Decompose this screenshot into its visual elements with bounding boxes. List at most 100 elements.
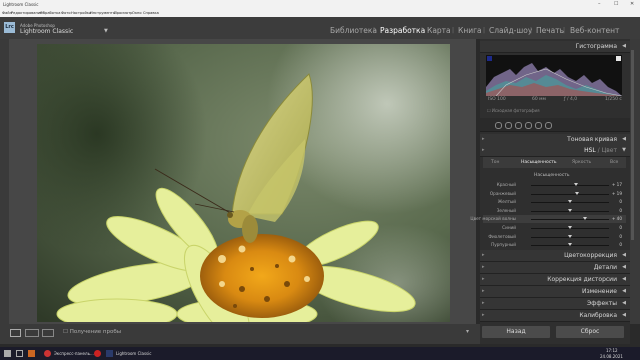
slider-value[interactable]: 0 — [619, 208, 622, 213]
slider-knob[interactable] — [567, 200, 572, 204]
taskbar-item-express-panel[interactable]: Экспресс-панель... — [54, 351, 94, 356]
identity-dropdown-icon[interactable]: ▼ — [104, 28, 108, 34]
collapse-arrow-icon[interactable]: ◀ — [622, 43, 626, 49]
slider-label: Желтый — [497, 199, 516, 205]
crop-tool-icon[interactable] — [495, 122, 502, 129]
hsl-header[interactable]: ▸ HSL / Цвет ▼ — [480, 145, 630, 157]
tab-luminance[interactable]: Яркость — [572, 160, 591, 165]
module-map[interactable]: Карта — [427, 26, 451, 35]
lightroom-task-icon[interactable] — [106, 350, 113, 357]
compare-icon[interactable] — [42, 329, 54, 337]
collapse-arrow-icon[interactable]: ◀ — [622, 264, 626, 270]
menu-edit[interactable]: Редактирование — [11, 11, 42, 15]
module-slideshow[interactable]: Слайд-шоу — [489, 26, 532, 35]
brush-icon[interactable] — [545, 122, 552, 129]
loupe-view-icon[interactable] — [10, 329, 21, 337]
module-develop[interactable]: Разработка — [380, 26, 425, 35]
maximize-button[interactable]: ☐ — [614, 1, 618, 7]
slider-value[interactable]: 0 — [619, 199, 622, 204]
slider-value[interactable]: 0 — [619, 242, 622, 247]
tab-hue[interactable]: Тон — [491, 160, 499, 165]
slider-value[interactable]: 0 — [619, 225, 622, 230]
saturation-slider-row[interactable]: Зеленый 0 — [483, 207, 626, 215]
minimize-button[interactable]: – — [598, 1, 601, 7]
red-eye-icon[interactable] — [515, 122, 522, 129]
menu-view[interactable]: Просмотр — [114, 11, 132, 15]
soft-proof-checkbox[interactable]: ☐ Получение пробы — [63, 329, 121, 335]
radial-filter-icon[interactable] — [535, 122, 542, 129]
slider-track[interactable] — [531, 185, 609, 186]
collapse-arrow-icon[interactable]: ◀ — [622, 288, 626, 294]
slider-knob[interactable] — [567, 234, 572, 238]
effects-header[interactable]: ▸ Эффекты ◀ — [480, 298, 630, 310]
toolbar-menu-icon[interactable]: ▾ — [466, 328, 469, 335]
reset-button[interactable]: Сброс — [556, 326, 624, 338]
menu-photo[interactable]: Фото — [61, 11, 71, 15]
transform-header[interactable]: ▸ Изменение ◀ — [480, 286, 630, 298]
slider-track[interactable] — [531, 193, 609, 195]
taskbar-item-lightroom[interactable]: Lightroom Classic — [116, 351, 151, 356]
menu-settings[interactable]: Настройки — [71, 11, 91, 15]
module-print[interactable]: Печать — [536, 26, 564, 35]
collapse-arrow-icon[interactable]: ▼ — [622, 147, 626, 153]
saturation-slider-row[interactable]: Фиолетовый 0 — [483, 233, 626, 241]
slider-knob[interactable] — [574, 183, 579, 186]
slider-value[interactable]: 0 — [619, 234, 622, 239]
color-grading-header[interactable]: ▸ Цветокоррекция ◀ — [480, 250, 630, 262]
slider-knob[interactable] — [574, 191, 579, 195]
slider-knob[interactable] — [583, 217, 588, 221]
slider-value[interactable]: + 40 — [612, 216, 622, 221]
original-photo-checkbox[interactable]: ☐ Исходная фотография — [487, 108, 540, 113]
saturation-slider-row[interactable]: Синий 0 — [483, 224, 626, 232]
menu-tools[interactable]: Инструменты — [90, 11, 116, 15]
window-title: Lightroom Classic — [3, 2, 39, 7]
identity-bar: Lrc Adobe Photoshop Lightroom Classic ▼ … — [0, 17, 640, 39]
saturation-slider-row[interactable]: Цвет морской волны + 40 — [470, 215, 626, 224]
histogram-header[interactable]: Гистограмма ◀ — [480, 41, 630, 53]
photo-preview[interactable] — [37, 44, 450, 322]
files-icon[interactable] — [28, 350, 35, 357]
collapse-arrow-icon[interactable]: ◀ — [622, 276, 626, 282]
collapse-arrow-icon[interactable]: ◀ — [622, 252, 626, 258]
spot-removal-icon[interactable] — [505, 122, 512, 129]
menu-develop[interactable]: Обработка — [40, 11, 60, 15]
opera-gx-icon[interactable] — [94, 350, 101, 357]
slider-knob[interactable] — [567, 226, 572, 229]
windows-taskbar: Экспресс-панель... Lightroom Classic 17:… — [0, 347, 640, 360]
menu-window[interactable]: Окно — [132, 11, 142, 15]
histogram-chart[interactable] — [486, 55, 622, 96]
lens-header[interactable]: ▸ Коррекция дисторсии ◀ — [480, 274, 630, 286]
close-button[interactable]: ✕ — [630, 1, 634, 7]
saturation-slider-row[interactable]: Оранжевый + 19 — [483, 190, 626, 198]
opera-icon[interactable] — [44, 350, 51, 357]
collapse-arrow-icon[interactable]: ◀ — [622, 136, 626, 142]
slider-value[interactable]: + 17 — [612, 182, 622, 187]
tab-all[interactable]: Все — [610, 160, 618, 165]
module-book[interactable]: Книга — [458, 26, 482, 35]
module-web[interactable]: Веб-контент — [570, 26, 619, 35]
calibration-header[interactable]: ▸ Калибровка ◀ — [480, 310, 630, 322]
before-after-icon[interactable] — [25, 329, 39, 337]
brand-line2: Lightroom Classic — [20, 28, 74, 35]
tab-saturation[interactable]: Насыщенность — [521, 160, 557, 165]
detail-header[interactable]: ▸ Детали ◀ — [480, 262, 630, 274]
search-icon[interactable] — [16, 350, 23, 357]
slider-label: Фиолетовый — [488, 233, 516, 239]
slider-value[interactable]: + 19 — [612, 191, 622, 196]
slider-track[interactable] — [531, 219, 609, 221]
saturation-label: Насыщенность — [534, 173, 570, 178]
saturation-slider-row[interactable]: Желтый 0 — [483, 198, 626, 206]
saturation-slider-row[interactable]: Красный + 17 — [483, 181, 626, 189]
left-panel-collapsed[interactable] — [0, 39, 9, 324]
previous-button[interactable]: Назад — [482, 326, 550, 338]
collapse-arrow-icon[interactable]: ◀ — [622, 312, 626, 318]
menu-help[interactable]: Справка — [143, 11, 159, 15]
slider-knob[interactable] — [567, 243, 572, 247]
slider-knob[interactable] — [567, 208, 572, 212]
collapse-arrow-icon[interactable]: ◀ — [622, 300, 626, 306]
panel-scrollbar[interactable] — [631, 50, 634, 240]
saturation-slider-row[interactable]: Пурпурный 0 — [483, 241, 626, 249]
graduated-filter-icon[interactable] — [525, 122, 532, 129]
start-icon[interactable] — [4, 350, 11, 357]
module-library[interactable]: Библиотека — [330, 26, 377, 35]
